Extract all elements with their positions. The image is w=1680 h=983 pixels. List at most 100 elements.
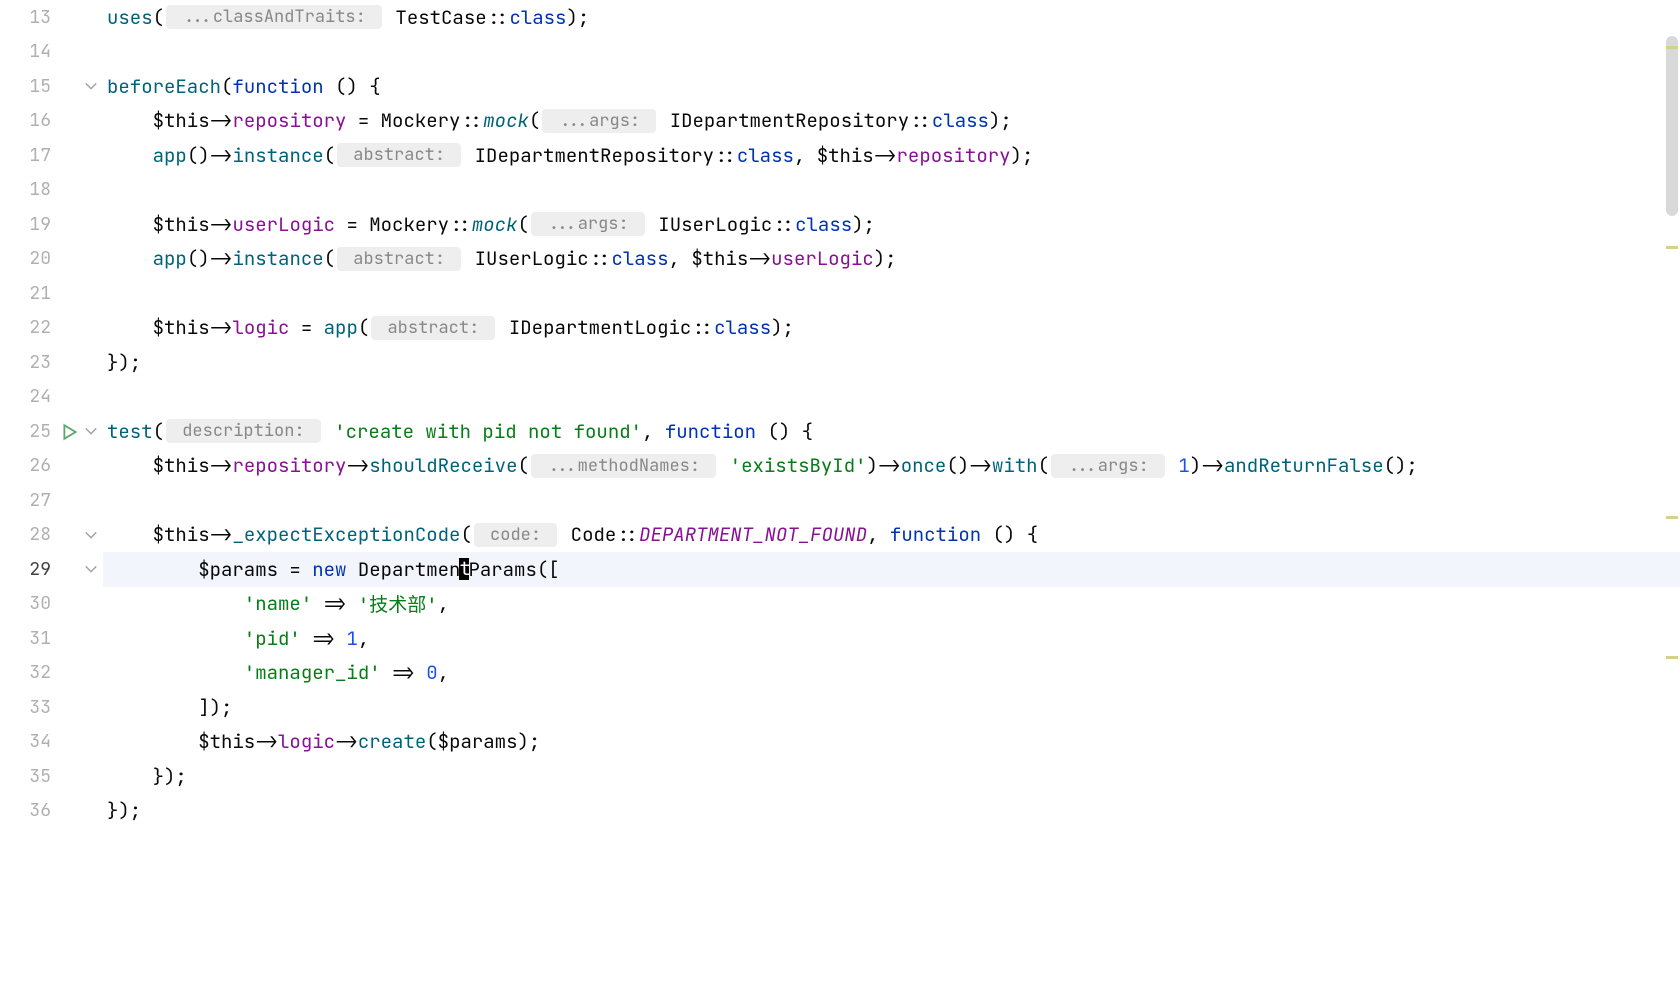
number: 0 bbox=[426, 660, 437, 685]
var: $this bbox=[153, 453, 210, 478]
fn-call: test bbox=[107, 419, 153, 444]
indent bbox=[107, 695, 198, 720]
line-number: 21 bbox=[29, 282, 103, 305]
punct: ); bbox=[771, 315, 794, 340]
gutter-row: 19 bbox=[0, 207, 103, 242]
code-line[interactable]: uses( ...classAndTraits: TestCase::class… bbox=[103, 0, 1680, 35]
code-line[interactable]: test( description: 'create with pid not … bbox=[103, 414, 1680, 449]
fold-toggle-icon[interactable] bbox=[83, 78, 99, 94]
indent bbox=[107, 729, 198, 754]
fold-toggle-icon[interactable] bbox=[83, 423, 99, 439]
string: 'pid' bbox=[244, 626, 301, 651]
code-line[interactable]: 'manager_id' => 0, bbox=[103, 656, 1680, 691]
code-line[interactable]: }); bbox=[103, 345, 1680, 380]
member: logic bbox=[278, 729, 335, 754]
code-line[interactable]: $this->_expectExceptionCode( code: Code:… bbox=[103, 518, 1680, 553]
code-line[interactable] bbox=[103, 35, 1680, 70]
line-number: 31 bbox=[29, 627, 103, 650]
code-line[interactable]: ]); bbox=[103, 690, 1680, 725]
punct: :: bbox=[449, 212, 472, 237]
var: $this bbox=[153, 315, 210, 340]
punct: ( bbox=[153, 419, 164, 444]
line-number: 19 bbox=[29, 213, 103, 236]
code-line[interactable]: $this->userLogic = Mockery::mock( ...arg… bbox=[103, 207, 1680, 242]
line-number: 30 bbox=[29, 592, 103, 615]
scrollbar-mark[interactable] bbox=[1666, 656, 1678, 659]
punct: :: bbox=[772, 212, 795, 237]
scrollbar-track[interactable] bbox=[1666, 36, 1678, 916]
punct: }); bbox=[153, 764, 187, 789]
indent bbox=[107, 591, 244, 616]
string: 'existsById' bbox=[730, 453, 867, 478]
punct: ( bbox=[1038, 453, 1049, 478]
scrollbar-mark[interactable] bbox=[1666, 46, 1678, 49]
gutter-row: 32 bbox=[0, 656, 103, 691]
scrollbar-mark[interactable] bbox=[1666, 246, 1678, 249]
run-test-icon[interactable] bbox=[61, 422, 79, 440]
scrollbar-thumb[interactable] bbox=[1666, 36, 1678, 216]
code-line[interactable] bbox=[103, 173, 1680, 208]
punct: ( bbox=[517, 453, 528, 478]
gutter-row: 23 bbox=[0, 345, 103, 380]
line-number: 33 bbox=[29, 696, 103, 719]
method: with bbox=[992, 453, 1038, 478]
code-line[interactable] bbox=[103, 483, 1680, 518]
code-line[interactable]: 'pid' => 1, bbox=[103, 621, 1680, 656]
punct: = bbox=[346, 108, 380, 133]
string: 'create with pid not found' bbox=[334, 419, 642, 444]
param-hint: ...args: bbox=[1051, 454, 1165, 478]
indent bbox=[107, 522, 153, 547]
code-line-active[interactable]: $params = new DepartmentParams([ bbox=[103, 552, 1680, 587]
code-line[interactable]: $this->logic = app( abstract: IDepartmen… bbox=[103, 311, 1680, 346]
method: once bbox=[901, 453, 947, 478]
indent bbox=[107, 315, 153, 340]
var: $params bbox=[438, 729, 518, 754]
param-hint: code: bbox=[474, 523, 557, 547]
keyword: new bbox=[312, 557, 346, 582]
var: $this bbox=[817, 143, 874, 168]
class-ref: IDepartmentRepository bbox=[670, 108, 909, 133]
line-number: 23 bbox=[29, 351, 103, 374]
fold-toggle-icon[interactable] bbox=[83, 561, 99, 577]
punct: -> bbox=[210, 453, 233, 478]
gutter-row: 22 bbox=[0, 311, 103, 346]
method: create bbox=[358, 729, 426, 754]
gutter-row: 36 bbox=[0, 794, 103, 829]
gutter-row: 17 bbox=[0, 138, 103, 173]
gutter-row: 29 bbox=[0, 552, 103, 587]
punct: => bbox=[312, 591, 358, 616]
code-line[interactable]: 'name' => '技术部', bbox=[103, 587, 1680, 622]
var: $params bbox=[198, 557, 278, 582]
code-line[interactable]: $this->repository = Mockery::mock( ...ar… bbox=[103, 104, 1680, 139]
member: repository bbox=[232, 108, 346, 133]
class-ref: IUserLogic bbox=[475, 246, 589, 271]
const: DEPARTMENT_NOT_FOUND bbox=[639, 522, 867, 547]
code-line[interactable]: }); bbox=[103, 759, 1680, 794]
punct: :: bbox=[589, 246, 612, 271]
code-line[interactable] bbox=[103, 380, 1680, 415]
gutter-row: 15 bbox=[0, 69, 103, 104]
gutter-row: 18 bbox=[0, 173, 103, 208]
gutter-row: 26 bbox=[0, 449, 103, 484]
class-ref: Code bbox=[571, 522, 617, 547]
fold-toggle-icon[interactable] bbox=[83, 527, 99, 543]
fn-call: app bbox=[153, 143, 187, 168]
code-area[interactable]: uses( ...classAndTraits: TestCase::class… bbox=[103, 0, 1680, 983]
keyword: class bbox=[611, 246, 668, 271]
scrollbar-mark[interactable] bbox=[1666, 516, 1678, 519]
code-line[interactable]: $this->repository->shouldReceive( ...met… bbox=[103, 449, 1680, 484]
keyword: class bbox=[932, 108, 989, 133]
punct: ([ bbox=[537, 557, 560, 582]
punct: ( bbox=[517, 212, 528, 237]
gutter-row: 21 bbox=[0, 276, 103, 311]
code-line[interactable]: $this->logic->create($params); bbox=[103, 725, 1680, 760]
code-line[interactable] bbox=[103, 276, 1680, 311]
punct: = bbox=[278, 557, 312, 582]
code-line[interactable]: beforeEach(function () { bbox=[103, 69, 1680, 104]
punct: , bbox=[358, 626, 369, 651]
indent bbox=[107, 660, 244, 685]
code-line[interactable]: }); bbox=[103, 794, 1680, 829]
code-line[interactable]: app()->instance( abstract: IDepartmentRe… bbox=[103, 138, 1680, 173]
class-ref: Params bbox=[468, 557, 536, 582]
code-line[interactable]: app()->instance( abstract: IUserLogic::c… bbox=[103, 242, 1680, 277]
